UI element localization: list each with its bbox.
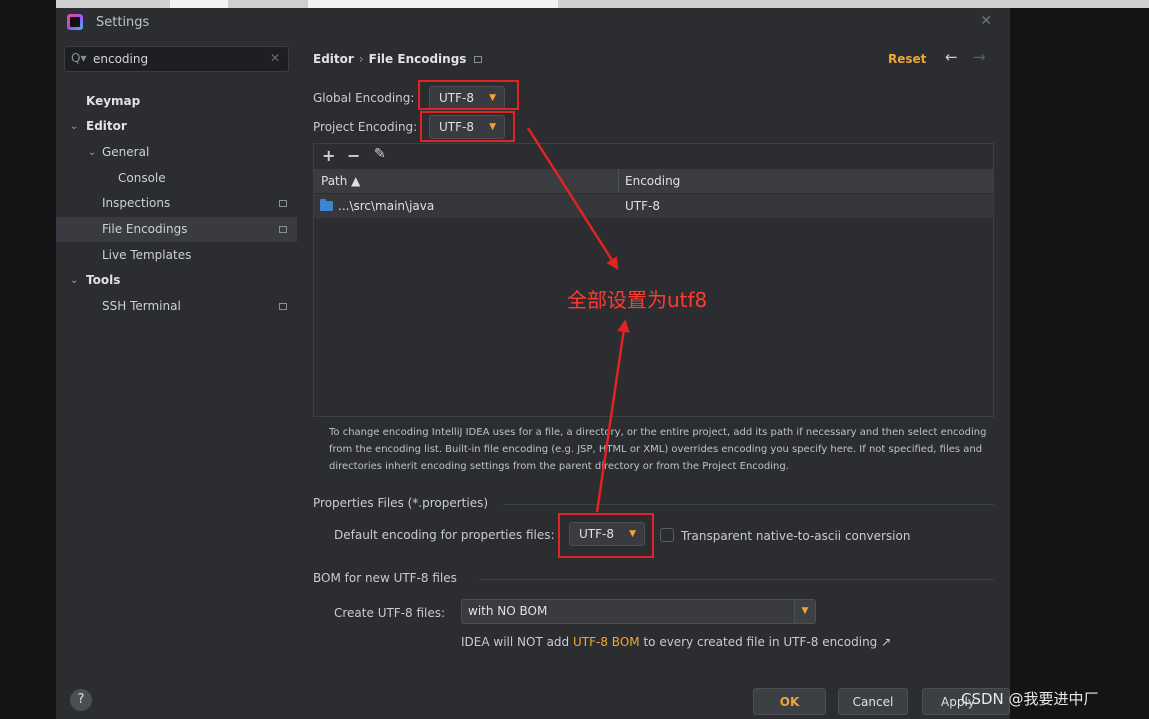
path-cell[interactable]: ...\src\main\java [338, 194, 434, 218]
ok-button[interactable]: OK [753, 688, 826, 715]
intellij-idea-icon [67, 14, 83, 30]
back-arrow-icon[interactable]: ← [945, 48, 958, 66]
section-divider [503, 504, 994, 505]
background-window-strip [56, 0, 1011, 8]
bom-note-highlight[interactable]: UTF-8 BOM [573, 635, 640, 649]
forward-arrow-icon: → [973, 48, 986, 66]
sidebar-item-label: Keymap [86, 94, 141, 108]
column-header-encoding[interactable]: Encoding [625, 169, 680, 193]
background-tab [308, 0, 558, 8]
title-bar: Settings ✕ [56, 8, 1010, 38]
properties-section-title: Properties Files (*.properties) [313, 496, 489, 510]
transparent-conversion-label[interactable]: Transparent native-to-ascii conversion [681, 529, 910, 543]
annotation-highlight-global [418, 80, 519, 110]
close-icon[interactable]: ✕ [980, 13, 992, 29]
sidebar-item-inspections[interactable]: Inspections [56, 191, 297, 216]
bom-section-title: BOM for new UTF-8 files [313, 571, 457, 585]
project-encoding-label: Project Encoding: [313, 120, 418, 134]
annotation-text: 全部设置为utf8 [567, 288, 708, 312]
sidebar-item-label: Console [118, 171, 166, 185]
column-header-path[interactable]: Path ▲ [321, 169, 360, 193]
default-properties-encoding-label: Default encoding for properties files: [334, 528, 555, 542]
encoding-cell[interactable]: UTF-8 [625, 194, 660, 218]
global-encoding-label: Global Encoding: [313, 91, 415, 105]
bom-note-suffix[interactable]: to every created file in UTF-8 encoding … [643, 635, 891, 649]
background-window-strip-right [1010, 0, 1149, 8]
column-divider[interactable] [618, 169, 619, 193]
sidebar-item-keymap[interactable]: Keymap [56, 89, 297, 114]
table-toolbar: + − ✎ [314, 144, 993, 168]
sidebar-item-label: File Encodings [102, 222, 188, 236]
sidebar-item-ssh-terminal[interactable]: SSH Terminal [56, 294, 297, 319]
sidebar-item-console[interactable]: Console [56, 166, 297, 191]
chevron-down-icon[interactable]: ⌄ [70, 114, 78, 139]
bom-note: IDEA will NOT add UTF-8 BOM to every cre… [461, 635, 891, 649]
file-encodings-table: + − ✎ Path ▲ Encoding ...\src\main\java … [313, 143, 994, 417]
project-level-icon [279, 226, 287, 233]
sidebar-item-label: Editor [86, 119, 127, 133]
breadcrumb-current: File Encodings [368, 52, 467, 66]
project-level-icon [279, 303, 287, 310]
bom-note-prefix: IDEA will NOT add [461, 635, 570, 649]
breadcrumb: Editor › File Encodings [313, 52, 483, 66]
sidebar-item-label: General [102, 145, 150, 159]
annotation-highlight-project [420, 111, 515, 142]
project-level-icon [279, 200, 287, 207]
window-title: Settings [96, 15, 150, 30]
create-utf8-label: Create UTF-8 files: [334, 606, 446, 620]
dropdown-arrow-icon: ▼ [794, 600, 815, 623]
remove-path-button[interactable]: − [347, 146, 360, 165]
sidebar-item-general[interactable]: ⌄ General [56, 140, 297, 165]
annotation-highlight-properties [558, 513, 654, 558]
clear-search-icon[interactable]: ✕ [270, 51, 280, 65]
project-level-icon [474, 56, 483, 63]
chevron-down-icon[interactable]: ⌄ [88, 140, 96, 165]
sidebar-item-file-encodings[interactable]: File Encodings [56, 217, 297, 242]
help-button[interactable]: ? [70, 689, 92, 711]
watermark: CSDN @我要进中厂 [961, 690, 1099, 708]
sidebar-item-editor[interactable]: ⌄ Editor [56, 114, 297, 139]
settings-sidebar: Q▾ ✕ Keymap ⌄ Editor ⌄ General Console I… [56, 38, 297, 676]
sidebar-item-label: Inspections [102, 196, 171, 210]
chevron-down-icon[interactable]: ⌄ [70, 268, 78, 293]
sidebar-item-label: Tools [86, 273, 121, 287]
cancel-button[interactable]: Cancel [838, 688, 908, 715]
background-tab [170, 0, 228, 8]
bom-dropdown[interactable]: with NO BOM ▼ [461, 599, 816, 624]
add-path-button[interactable]: + [322, 146, 335, 165]
table-header: Path ▲ Encoding [314, 169, 993, 193]
section-divider [479, 579, 994, 580]
breadcrumb-separator: › [358, 52, 364, 66]
settings-search-box[interactable]: Q▾ ✕ [64, 46, 289, 72]
settings-content: Editor › File Encodings Reset ← → Global E… [297, 38, 1010, 676]
breadcrumb-parent[interactable]: Editor [313, 52, 354, 66]
sidebar-item-tools[interactable]: ⌄ Tools [56, 268, 297, 293]
settings-dialog: Settings ✕ Q▾ ✕ Keymap ⌄ Editor ⌄ Genera… [56, 8, 1010, 719]
search-input[interactable] [93, 50, 263, 68]
sidebar-item-live-templates[interactable]: Live Templates [56, 243, 297, 268]
search-icon: Q▾ [71, 51, 87, 65]
sidebar-item-label: Live Templates [102, 248, 192, 262]
transparent-conversion-checkbox[interactable] [660, 528, 674, 542]
table-row[interactable]: ...\src\main\java UTF-8 [314, 194, 993, 218]
sidebar-item-label: SSH Terminal [102, 299, 181, 313]
dialog-footer: ? OK Cancel Apply [56, 676, 1010, 719]
bom-dropdown-value: with NO BOM [468, 604, 548, 618]
encoding-help-text: To change encoding IntelliJ IDEA uses fo… [329, 427, 987, 472]
folder-icon [320, 199, 333, 211]
edit-path-button[interactable]: ✎ [374, 146, 386, 162]
reset-link[interactable]: Reset [888, 52, 926, 66]
